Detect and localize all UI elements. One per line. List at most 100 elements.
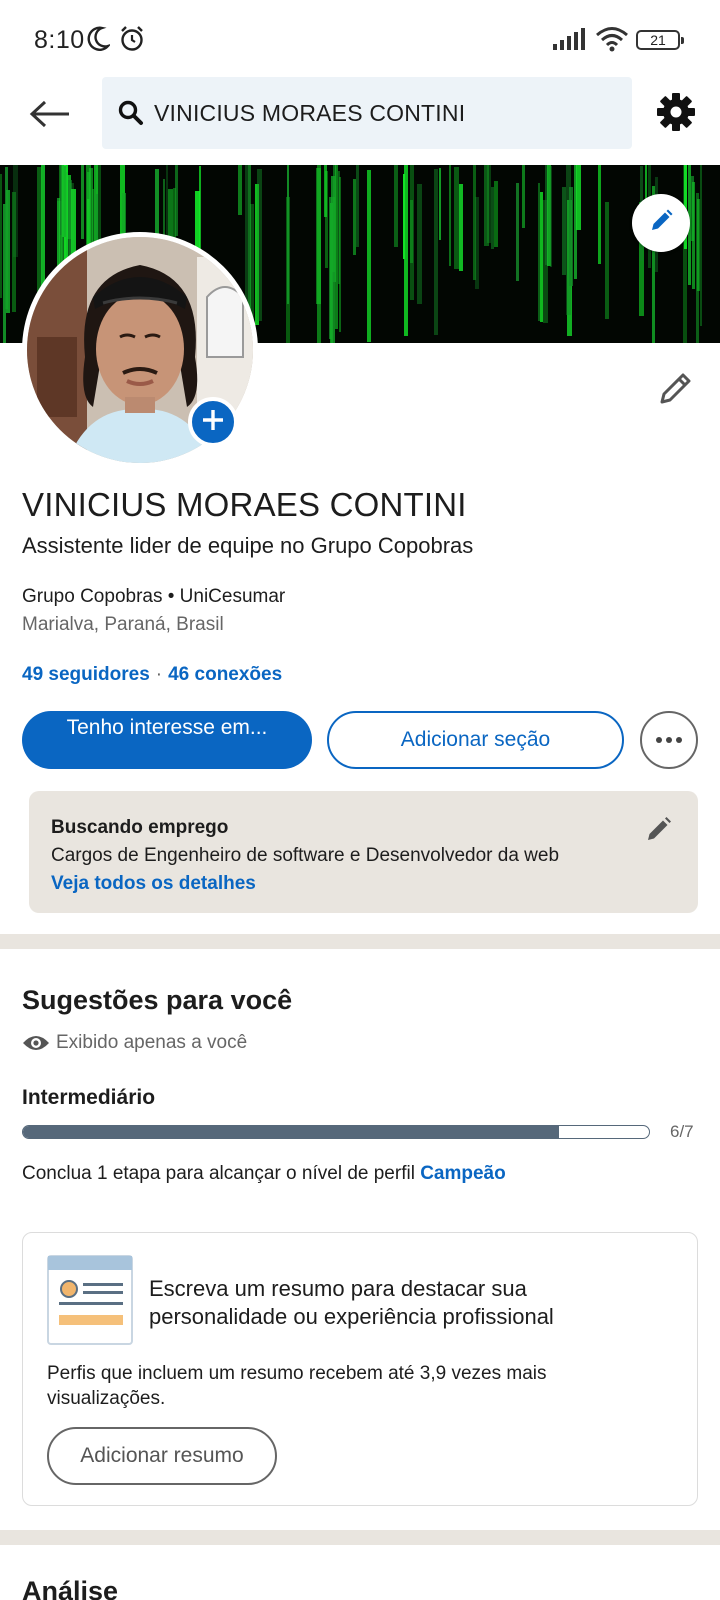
banner-code-streak — [3, 204, 6, 343]
banner-code-streak — [491, 187, 494, 249]
signal-icon — [553, 28, 587, 55]
add-photo-button[interactable] — [188, 397, 238, 447]
back-button[interactable] — [24, 90, 76, 142]
banner-code-streak — [339, 177, 341, 332]
add-summary-button[interactable]: Adicionar resumo — [47, 1427, 277, 1485]
edit-open-to-work-button[interactable] — [639, 811, 679, 851]
banner-code-streak — [81, 165, 84, 239]
network-stats: 49 seguidores · 46 conexões — [22, 664, 282, 686]
summary-suggestion-card: Escreva um resumo para destacar sua pers… — [22, 1232, 698, 1506]
profile-location: Marialva, Paraná, Brasil — [22, 614, 224, 635]
banner-code-streak — [356, 165, 359, 247]
search-input[interactable]: VINICIUS MORAES CONTINI — [102, 77, 632, 149]
banner-code-streak — [540, 192, 543, 322]
status-bar: 8:10 21 — [0, 0, 720, 80]
banner-code-streak — [692, 182, 695, 289]
connections-link[interactable]: 46 conexões — [168, 664, 282, 685]
banner-code-streak — [598, 165, 601, 264]
banner-code-streak — [245, 165, 248, 307]
banner-code-streak — [487, 165, 491, 243]
gear-icon — [656, 92, 696, 137]
banner-code-streak — [516, 183, 519, 281]
banner-code-streak — [550, 166, 552, 267]
summary-card-description: Perfis que incluem um resumo recebem até… — [47, 1363, 547, 1409]
profile-organizations: Grupo Copobras • UniCesumar — [22, 586, 286, 607]
banner-code-streak — [700, 165, 702, 326]
banner-code-streak — [576, 165, 581, 230]
banner-code-streak — [287, 165, 289, 304]
banner-code-streak — [404, 165, 408, 336]
battery-icon: 21 — [636, 30, 684, 50]
banner-code-streak — [6, 190, 10, 313]
summary-card-title: Escreva um resumo para destacar sua pers… — [149, 1276, 554, 1329]
plus-icon — [200, 407, 226, 438]
analysis-section-title: Análise — [22, 1576, 119, 1600]
settings-button[interactable] — [652, 90, 700, 138]
network-separator: · — [155, 664, 163, 685]
search-query-text: VINICIUS MORAES CONTINI — [154, 99, 466, 126]
banner-code-streak — [335, 165, 338, 329]
followers-link[interactable]: 49 seguidores — [22, 664, 150, 685]
top-app-bar: VINICIUS MORAES CONTINI — [0, 74, 720, 162]
alarm-icon — [119, 25, 145, 58]
banner-code-streak — [566, 165, 571, 315]
banner-code-streak — [317, 165, 321, 343]
profile-strength-fill — [23, 1126, 560, 1138]
profile-card-illustration — [47, 1255, 133, 1345]
more-actions-button[interactable] — [640, 711, 698, 769]
open-to-work-card: Buscando emprego Cargos de Engenheiro de… — [29, 791, 698, 913]
open-to-work-details-link[interactable]: Veja todos os detalhes — [51, 873, 256, 895]
open-to-work-title: Buscando emprego — [51, 817, 229, 838]
open-to-work-description: Cargos de Engenheiro de software e Desen… — [51, 845, 560, 866]
banner-code-streak — [13, 165, 18, 257]
level-note-text: Conclua 1 etapa para alcançar o nível de… — [22, 1163, 415, 1184]
level-target-link[interactable]: Campeão — [420, 1163, 506, 1184]
profile-headline: Assistente lider de equipe no Grupo Copo… — [22, 533, 474, 558]
edit-profile-button[interactable] — [654, 368, 698, 412]
wifi-icon — [595, 26, 629, 57]
banner-code-streak — [459, 184, 463, 271]
banner-code-streak — [454, 167, 459, 269]
eye-icon — [22, 1033, 50, 1053]
banner-code-streak — [41, 165, 45, 290]
banner-code-streak — [0, 174, 2, 298]
add-section-button[interactable]: Adicionar seção — [327, 711, 624, 769]
edit-banner-button[interactable] — [632, 194, 690, 252]
banner-code-streak — [562, 187, 566, 275]
banner-code-streak — [494, 181, 498, 247]
profile-strength-bar — [22, 1125, 650, 1139]
profile-level-note: Conclua 1 etapa para alcançar o nível de… — [22, 1163, 506, 1185]
status-time: 8:10 — [34, 26, 85, 54]
search-icon — [118, 99, 146, 127]
profile-level-label: Intermediário — [22, 1086, 156, 1109]
banner-code-streak — [697, 199, 700, 291]
banner-code-streak — [538, 183, 540, 321]
open-to-button[interactable]: Tenho interesse em... — [22, 711, 312, 769]
suggestions-title: Sugestões para você — [22, 985, 293, 1015]
banner-code-streak — [64, 166, 66, 237]
banner-code-streak — [332, 197, 335, 272]
banner-code-streak — [410, 200, 413, 263]
banner-code-streak — [394, 165, 398, 247]
banner-code-streak — [434, 169, 438, 335]
banner-code-streak — [353, 179, 356, 255]
banner-code-streak — [257, 169, 262, 321]
banner-code-streak — [417, 184, 422, 304]
banner-code-streak — [522, 165, 525, 228]
profile-name: VINICIUS MORAES CONTINI — [22, 486, 467, 523]
pencil-icon — [648, 208, 674, 239]
pencil-icon — [645, 815, 673, 848]
profile-strength-count: 6/7 — [670, 1122, 694, 1141]
section-divider — [0, 1530, 720, 1545]
banner-code-streak — [475, 197, 479, 289]
banner-code-streak — [175, 165, 178, 236]
banner-code-streak — [449, 165, 451, 266]
banner-code-streak — [325, 171, 328, 268]
banner-code-streak — [439, 168, 441, 240]
pencil-icon — [657, 369, 695, 412]
banner-code-streak — [367, 170, 371, 342]
banner-code-streak — [605, 202, 609, 319]
section-divider — [0, 934, 720, 949]
more-horizontal-icon — [655, 731, 683, 749]
private-visibility-note: Exibido apenas a você — [22, 1032, 247, 1054]
